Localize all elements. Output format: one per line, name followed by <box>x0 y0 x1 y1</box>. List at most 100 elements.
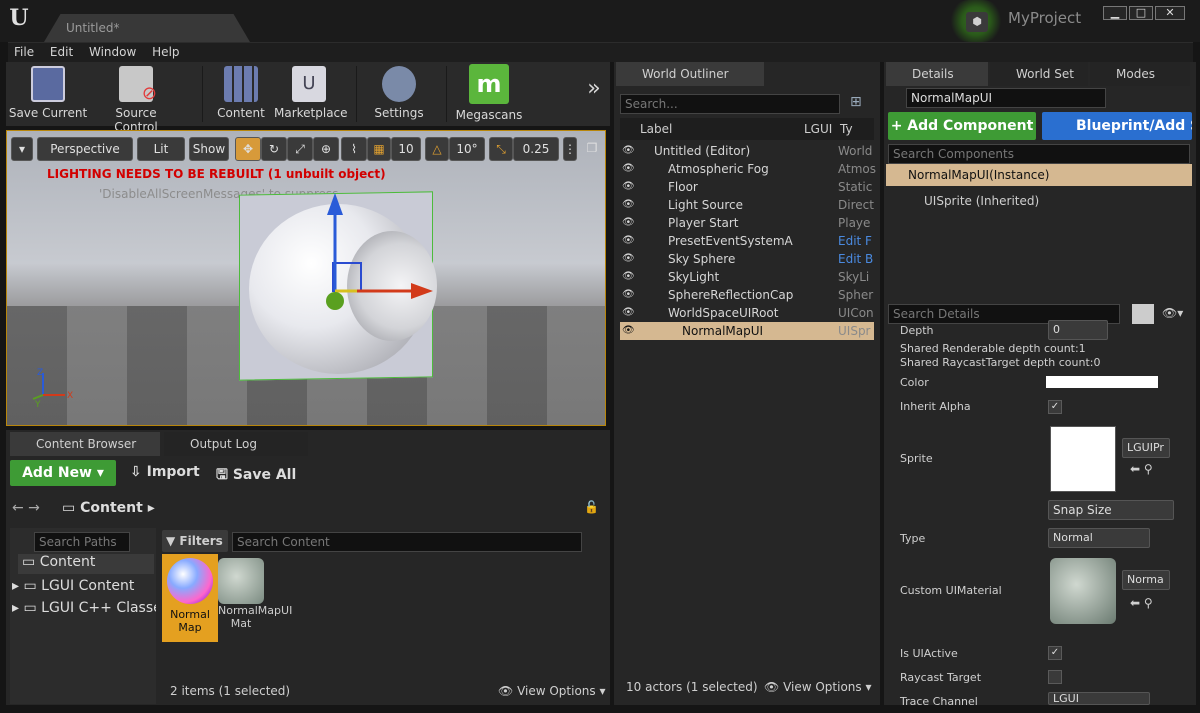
color-swatch[interactable] <box>1046 376 1158 388</box>
outliner-row[interactable]: 👁 SkyLight SkyLi <box>620 268 874 286</box>
outliner-row[interactable]: 👁 NormalMapUI UISpr <box>620 322 874 340</box>
toolbar-more-button[interactable]: » <box>582 76 606 138</box>
viewport-more-icon[interactable]: ⋮ <box>563 137 577 161</box>
visibility-eye-icon[interactable]: 👁 <box>622 160 635 178</box>
lit-button[interactable]: Lit <box>137 137 185 161</box>
save-current-button[interactable]: Save Current <box>8 62 88 124</box>
tab-output-log[interactable]: Output Log <box>164 432 308 456</box>
visibility-eye-icon[interactable]: 👁 <box>622 232 635 250</box>
component-inherited[interactable]: UISprite (Inherited) <box>924 194 1039 208</box>
property-matrix-icon[interactable] <box>1132 304 1154 324</box>
tree-item-lgui-cpp[interactable]: ▸ ▭ LGUI C++ Classes <box>12 600 156 616</box>
scale-snap-icon[interactable]: ⤡ <box>489 137 513 161</box>
search-components-input[interactable]: Search Components <box>888 144 1190 164</box>
settings-button[interactable]: Settings <box>364 62 434 124</box>
visibility-eye-icon[interactable]: 👁 <box>622 178 635 196</box>
scale-icon[interactable]: ⤢ <box>287 137 313 161</box>
rotate-icon[interactable]: ↻ <box>261 137 287 161</box>
outliner-row[interactable]: 👁 Sky Sphere Edit B <box>620 250 874 268</box>
scale-snap-value[interactable]: 0.25 <box>513 137 559 161</box>
visibility-eye-icon[interactable]: 👁 <box>622 268 635 286</box>
col-label[interactable]: Label <box>640 118 672 140</box>
is-ui-active-checkbox[interactable]: ✓ <box>1048 646 1062 660</box>
gizmo-x-arrow[interactable] <box>411 283 433 299</box>
sprite-dropdown[interactable]: LGUIPr <box>1122 438 1170 458</box>
translate-icon[interactable]: ✥ <box>235 137 261 161</box>
save-all-button[interactable]: 🖫 Save All <box>216 464 296 488</box>
type-dropdown[interactable]: Normal <box>1048 528 1150 548</box>
material-use-icons[interactable]: ⬅ ⚲ <box>1130 596 1153 610</box>
tree-item-lgui-content[interactable]: ▸ ▭ LGUI Content <box>12 578 134 594</box>
show-button[interactable]: Show <box>189 137 229 161</box>
source-control-button[interactable]: ⊘ Source Control <box>92 62 180 134</box>
outliner-row[interactable]: 👁 WorldSpaceUIRoot UICon <box>620 304 874 322</box>
outliner-view-options[interactable]: 👁 View Options ▾ <box>764 680 872 694</box>
transform-gizmo[interactable] <box>307 191 447 321</box>
asset-normalmapui-mat[interactable]: NormalMapUI Mat <box>218 554 292 650</box>
gizmo-plane[interactable] <box>332 262 362 292</box>
level-viewport[interactable]: ▾ Perspective Lit Show ✥ ↻ ⤢ ⊕ ⌇ ▦ 10 △ … <box>6 130 606 426</box>
perspective-button[interactable]: Perspective <box>37 137 133 161</box>
outliner-search-input[interactable]: Search... <box>620 94 840 114</box>
menu-file[interactable]: File <box>8 43 40 61</box>
menu-help[interactable]: Help <box>146 43 185 61</box>
search-paths-input[interactable]: Search Paths <box>34 532 130 552</box>
close-window-button[interactable]: ✕ <box>1155 6 1185 20</box>
depth-input[interactable]: 0 <box>1048 320 1108 340</box>
visibility-eye-icon[interactable]: 👁▾ <box>1162 306 1183 320</box>
view-options-button[interactable]: 👁 View Options ▾ <box>498 684 606 698</box>
surface-snap-icon[interactable]: ⌇ <box>341 137 367 161</box>
asset-normal-map[interactable]: Normal Map <box>162 554 218 642</box>
maximize-viewport-icon[interactable]: ❐ <box>583 137 601 161</box>
minimize-button[interactable]: ▁ <box>1103 6 1127 20</box>
world-space-icon[interactable]: ⊕ <box>313 137 339 161</box>
lock-icon[interactable]: 🔓 <box>584 500 599 514</box>
raycast-target-checkbox[interactable] <box>1048 670 1062 684</box>
menu-edit[interactable]: Edit <box>44 43 79 61</box>
tab-modes[interactable]: Modes <box>1090 62 1190 86</box>
outliner-row[interactable]: 👁 Player Start Playe <box>620 214 874 232</box>
col-type[interactable]: Ty <box>840 118 853 140</box>
tab-world-outliner[interactable]: World Outliner <box>616 62 764 86</box>
search-content-input[interactable]: Search Content <box>232 532 582 552</box>
component-instance[interactable]: NormalMapUI(Instance) <box>886 164 1192 186</box>
rotation-snap-icon[interactable]: △ <box>425 137 449 161</box>
blueprint-button[interactable]: Blueprint/Add S <box>1042 112 1192 140</box>
grid-snap-value[interactable]: 10 <box>391 137 421 161</box>
outliner-row[interactable]: 👁 PresetEventSystemA Edit F <box>620 232 874 250</box>
grid-snap-icon[interactable]: ▦ <box>367 137 391 161</box>
gizmo-y-handle[interactable] <box>326 292 344 310</box>
back-forward-icons[interactable]: ← → <box>12 500 40 516</box>
outliner-row[interactable]: 👁 Atmospheric Fog Atmos <box>620 160 876 178</box>
visibility-eye-icon[interactable]: 👁 <box>622 250 635 268</box>
outliner-row[interactable]: 👁 Light Source Direct <box>620 196 874 214</box>
visibility-eye-icon[interactable]: 👁 <box>622 304 635 322</box>
document-tab[interactable]: Untitled* <box>44 14 250 42</box>
sprite-use-icons[interactable]: ⬅ ⚲ <box>1130 462 1153 476</box>
tab-world-settings[interactable]: World Set <box>990 62 1088 86</box>
tab-details[interactable]: Details <box>886 62 988 86</box>
tab-content-browser[interactable]: Content Browser <box>10 432 160 456</box>
material-dropdown[interactable]: Norma <box>1122 570 1170 590</box>
snap-size-button[interactable]: Snap Size <box>1048 500 1174 520</box>
menu-window[interactable]: Window <box>83 43 142 61</box>
viewport-options-button[interactable]: ▾ <box>11 137 33 161</box>
outliner-add-icon[interactable]: ⊞ <box>850 94 862 110</box>
rotation-snap-value[interactable]: 10° <box>449 137 485 161</box>
breadcrumb[interactable]: ▭ Content ▸ <box>62 500 155 516</box>
add-new-button[interactable]: Add New ▾ <box>10 460 116 486</box>
visibility-eye-icon[interactable]: 👁 <box>622 286 635 304</box>
outliner-row[interactable]: 👁 Untitled (Editor) World <box>620 142 874 160</box>
marketplace-button[interactable]: U Marketplace <box>274 62 348 124</box>
outliner-row[interactable]: 👁 SphereReflectionCap Spher <box>620 286 874 304</box>
actor-name-input[interactable]: NormalMapUI <box>906 88 1106 108</box>
content-button[interactable]: Content <box>210 62 272 124</box>
col-lgui[interactable]: LGUI <box>804 118 832 140</box>
outliner-row[interactable]: 👁 Floor Static <box>620 178 874 196</box>
import-button[interactable]: ⇩ Import <box>130 464 200 480</box>
maximize-button[interactable]: □ <box>1129 6 1153 20</box>
add-component-button[interactable]: + Add Component <box>888 112 1036 140</box>
visibility-eye-icon[interactable]: 👁 <box>622 196 635 214</box>
inherit-alpha-checkbox[interactable]: ✓ <box>1048 400 1062 414</box>
filters-button[interactable]: ▼ Filters <box>162 530 228 552</box>
